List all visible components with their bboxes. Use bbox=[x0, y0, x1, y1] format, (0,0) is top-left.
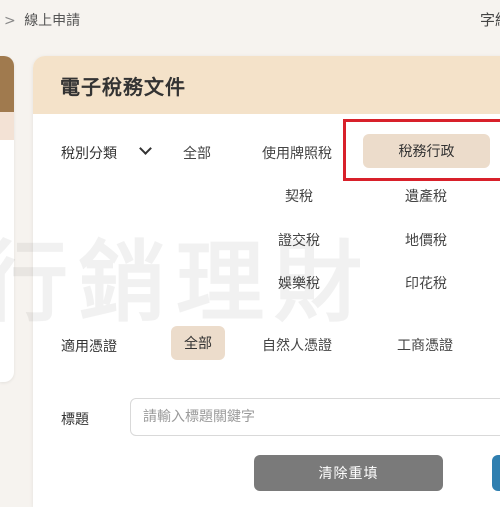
tax-option-land-value[interactable]: 地價稅 bbox=[405, 230, 447, 250]
tax-option-estate[interactable]: 遺產稅 bbox=[405, 186, 447, 206]
certificate-option-citizen[interactable]: 自然人憑證 bbox=[262, 335, 332, 355]
breadcrumb-current: 線上申請 bbox=[24, 13, 81, 29]
side-menu-active-item[interactable] bbox=[0, 112, 14, 140]
side-menu-header bbox=[0, 56, 14, 112]
tax-category-label: 稅別分類 bbox=[61, 146, 117, 162]
panel-header: 電子稅務文件 bbox=[33, 56, 500, 114]
tax-option-stamp[interactable]: 印花稅 bbox=[405, 273, 447, 293]
reset-button[interactable]: 清除重填 bbox=[254, 455, 443, 491]
panel-title: 電子稅務文件 bbox=[60, 74, 186, 99]
tax-option-amusement[interactable]: 娛樂稅 bbox=[278, 273, 320, 293]
highlight-box bbox=[343, 119, 500, 181]
tax-option-vehicle-license[interactable]: 使用牌照稅 bbox=[262, 143, 332, 163]
side-menu-card bbox=[0, 56, 14, 382]
tax-option-deed[interactable]: 契稅 bbox=[285, 186, 313, 206]
font-size-control[interactable]: 字級 bbox=[480, 9, 500, 30]
certificate-label: 適用憑證 bbox=[61, 339, 117, 355]
title-label: 標題 bbox=[61, 412, 89, 428]
certificate-option-all[interactable]: 全部 bbox=[171, 326, 225, 360]
tax-option-all[interactable]: 全部 bbox=[183, 143, 211, 163]
breadcrumb: > 線上申請 bbox=[0, 10, 80, 30]
breadcrumb-separator: > bbox=[4, 13, 16, 29]
tax-option-securities[interactable]: 證交稅 bbox=[278, 230, 320, 250]
title-search-input[interactable] bbox=[130, 398, 500, 436]
search-button[interactable] bbox=[492, 455, 500, 491]
certificate-option-business[interactable]: 工商憑證 bbox=[397, 335, 453, 355]
